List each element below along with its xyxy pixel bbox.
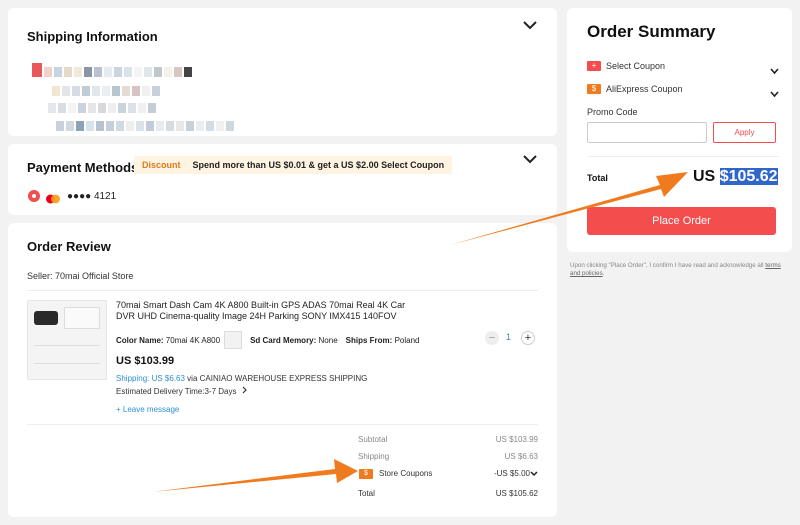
order-summary-title: Order Summary (587, 22, 716, 41)
select-coupon-icon: + (587, 61, 601, 71)
order-review-title: Order Review (27, 239, 111, 254)
order-summary-card: Order Summary + Select Coupon $ AliExpre… (567, 8, 792, 252)
summary-total-label: Total (587, 173, 608, 183)
chevron-down-icon (530, 470, 538, 479)
divider (587, 156, 779, 157)
quantity-value[interactable]: 1 (506, 332, 511, 342)
total-row: Total US $105.62 (358, 489, 538, 498)
shipping-row: Shipping US $6.63 (358, 452, 538, 461)
delivery-time-text: Estimated Delivery Time:3-7 Days (116, 387, 237, 396)
shipping-carrier: via CAINIAO WAREHOUSE EXPRESS SHIPPING (184, 374, 368, 383)
blurred-address-line-3 (48, 100, 158, 113)
ships-from-label: Ships From: (345, 335, 393, 345)
leave-message-link[interactable]: + Leave message (116, 405, 179, 414)
product-variants: Color Name: 70mai 4K A800 Sd Card Memory… (116, 331, 419, 349)
shipping-info-card: Shipping Information (8, 8, 557, 136)
place-order-button[interactable]: Place Order (587, 207, 776, 235)
select-coupon-row[interactable]: + Select Coupon (587, 61, 779, 75)
chevron-down-icon (770, 85, 779, 103)
aliexpress-coupon-icon: $ (587, 84, 601, 94)
shipping-price: Shipping: US $6.63 (116, 374, 185, 383)
total-value: US $105.62 (495, 489, 538, 498)
sd-card-value: None (318, 335, 338, 345)
payment-radio-selected[interactable] (28, 190, 40, 202)
summary-total-amount: US $105.62 (693, 168, 778, 186)
color-name-value: 70mai 4K A800 (165, 335, 221, 345)
aliexpress-coupon-row[interactable]: $ AliExpress Coupon (587, 84, 779, 98)
subtotal-label: Subtotal (358, 435, 388, 444)
blurred-address-line-4 (56, 118, 236, 131)
blurred-address-line-1 (32, 63, 194, 77)
store-coupons-label: Store Coupons (379, 469, 433, 478)
divider (27, 290, 538, 291)
quantity-plus-button[interactable]: + (521, 331, 535, 345)
product-title[interactable]: 70mai Smart Dash Cam 4K A800 Built-in GP… (116, 300, 421, 322)
shipping-label: Shipping (358, 452, 390, 461)
payment-methods-card: Payment Methods Discount Spend more than… (8, 144, 557, 215)
order-review-card: Order Review Seller: 70mai Official Stor… (8, 223, 557, 517)
total-label: Total (358, 489, 375, 498)
blurred-address-line-2 (52, 83, 162, 96)
select-coupon-label: Select Coupon (606, 61, 666, 71)
store-coupon-icon: $ (359, 469, 373, 479)
chevron-down-icon (770, 62, 779, 80)
payment-methods-title: Payment Methods (27, 160, 139, 175)
payment-expand-chevron-icon[interactable] (523, 154, 537, 164)
color-thumbnail (224, 331, 243, 349)
divider (27, 424, 538, 425)
promo-code-input[interactable] (587, 122, 707, 143)
disclaimer-text: Upon clicking "Place Order", I confirm I… (570, 262, 766, 269)
discount-banner: Discount Spend more than US $0.01 & get … (134, 156, 453, 174)
product-price: US $103.99 (116, 355, 175, 367)
discount-promo-text: Spend more than US $0.01 & get a US $2.0… (192, 160, 445, 170)
product-image[interactable] (27, 300, 107, 380)
color-name-label: Color Name: (116, 335, 164, 345)
store-coupons-row[interactable]: $ Store Coupons -US $5.00 (358, 469, 538, 481)
sd-card-label: Sd Card Memory: (250, 335, 317, 345)
quantity-minus-button[interactable]: − (485, 331, 499, 345)
promo-code-label: Promo Code (587, 107, 638, 117)
aliexpress-coupon-label: AliExpress Coupon (606, 84, 683, 94)
delivery-time[interactable]: Estimated Delivery Time:3-7 Days (116, 386, 248, 396)
place-order-disclaimer: Upon clicking "Place Order", I confirm I… (570, 262, 792, 278)
shipping-info-title: Shipping Information (27, 29, 158, 44)
seller-name[interactable]: Seller: 70mai Official Store (27, 271, 133, 281)
shipping-expand-chevron-icon[interactable] (523, 20, 537, 30)
subtotal-row: Subtotal US $103.99 (358, 435, 538, 444)
shipping-value: US $6.63 (504, 452, 538, 461)
ships-from-value: Poland (394, 335, 420, 345)
chevron-right-icon (242, 386, 248, 396)
apply-button[interactable]: Apply (713, 122, 776, 143)
shipping-line: Shipping: US $6.63 via CAINIAO WAREHOUSE… (116, 374, 367, 383)
card-number-masked: ●●●● 4121 (67, 191, 117, 202)
summary-total-value: $105.62 (719, 168, 778, 185)
store-coupons-value: -US $5.00 (493, 469, 530, 478)
subtotal-value: US $103.99 (495, 435, 538, 444)
disclaimer-end: . (602, 270, 605, 277)
discount-tag: Discount (142, 160, 181, 170)
mastercard-icon (45, 191, 61, 204)
summary-total-currency: US (693, 168, 716, 185)
